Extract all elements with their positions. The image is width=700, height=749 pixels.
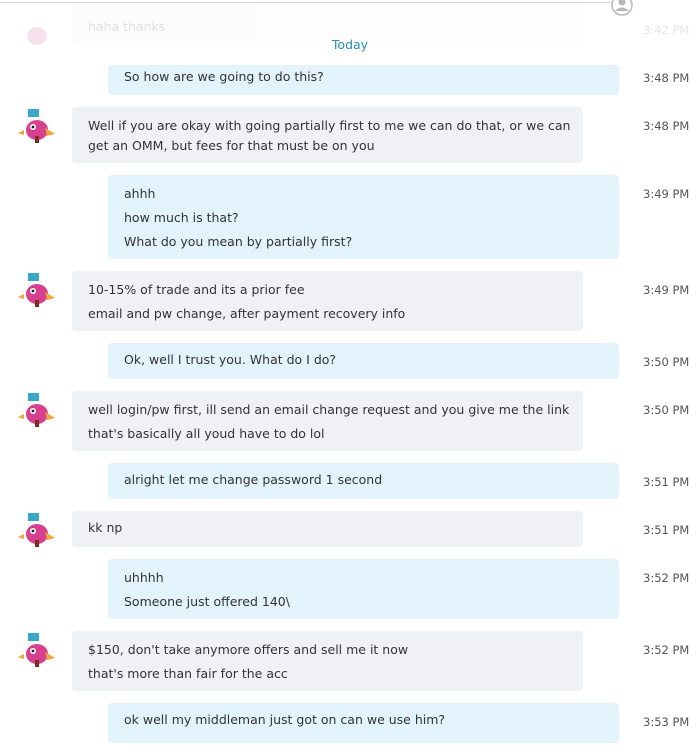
- message-outgoing[interactable]: ahhh how much is that? What do you mean …: [108, 175, 619, 259]
- bird-avatar-icon[interactable]: [17, 270, 57, 310]
- bird-avatar-icon[interactable]: [17, 510, 57, 550]
- day-separator: Today: [331, 37, 369, 52]
- message-time: 3:51 PM: [643, 475, 690, 489]
- message-line: Ok, well I trust you. What do I do?: [124, 352, 337, 367]
- message-line: uhhhh: [124, 570, 164, 585]
- message-time: 3:53 PM: [643, 715, 690, 729]
- message-time: 3:51 PM: [643, 523, 690, 537]
- faded-message-text: haha thanks: [88, 19, 166, 34]
- bird-avatar-icon[interactable]: [17, 106, 57, 146]
- faded-message-time: 3:42 PM: [643, 23, 690, 37]
- message-time: 3:49 PM: [643, 283, 690, 297]
- message-time: 3:48 PM: [643, 119, 690, 133]
- message-line: email and pw change, after payment recov…: [88, 306, 406, 321]
- message-line: $150, don't take anymore offers and sell…: [88, 642, 409, 657]
- message-line: alright let me change password 1 second: [124, 472, 383, 487]
- message-line: kk np: [88, 520, 123, 535]
- message-line: ok well my middleman just got on can we …: [124, 712, 446, 727]
- message-line: Someone just offered 140\: [124, 594, 290, 609]
- message-time: 3:52 PM: [643, 571, 690, 585]
- message-incoming[interactable]: kk np: [72, 511, 583, 547]
- message-line: 10-15% of trade and its a prior fee: [88, 282, 305, 297]
- message-time: 3:50 PM: [643, 355, 690, 369]
- message-line: that's more than fair for the acc: [88, 666, 288, 681]
- message-line: So how are we going to do this?: [124, 69, 324, 84]
- message-line: ahhh: [124, 186, 156, 201]
- message-incoming[interactable]: 10-15% of trade and its a prior fee emai…: [72, 271, 583, 331]
- message-line: well login/pw first, ill send an email c…: [88, 402, 570, 417]
- message-incoming[interactable]: $150, don't take anymore offers and sell…: [72, 631, 583, 691]
- top-divider: [0, 2, 612, 3]
- message-incoming[interactable]: well login/pw first, ill send an email c…: [72, 391, 583, 451]
- message-line: What do you mean by partially first?: [124, 234, 353, 249]
- message-outgoing[interactable]: Ok, well I trust you. What do I do?: [108, 343, 619, 379]
- message-outgoing[interactable]: ok well my middleman just got on can we …: [108, 703, 619, 743]
- message-outgoing[interactable]: So how are we going to do this?: [108, 65, 619, 95]
- message-time: 3:48 PM: [643, 71, 690, 85]
- contact-icon[interactable]: [611, 0, 633, 16]
- message-time: 3:49 PM: [643, 187, 690, 201]
- message-outgoing[interactable]: alright let me change password 1 second: [108, 463, 619, 499]
- message-incoming[interactable]: Well if you are okay with going partiall…: [72, 107, 583, 163]
- message-time: 3:52 PM: [643, 643, 690, 657]
- bird-avatar-icon[interactable]: [17, 630, 57, 670]
- message-line: how much is that?: [124, 210, 239, 225]
- message-time: 3:50 PM: [643, 403, 690, 417]
- message-outgoing[interactable]: uhhhh Someone just offered 140\: [108, 559, 619, 619]
- message-line: that's basically all youd have to do lol: [88, 426, 325, 441]
- bird-avatar-icon[interactable]: [17, 390, 57, 430]
